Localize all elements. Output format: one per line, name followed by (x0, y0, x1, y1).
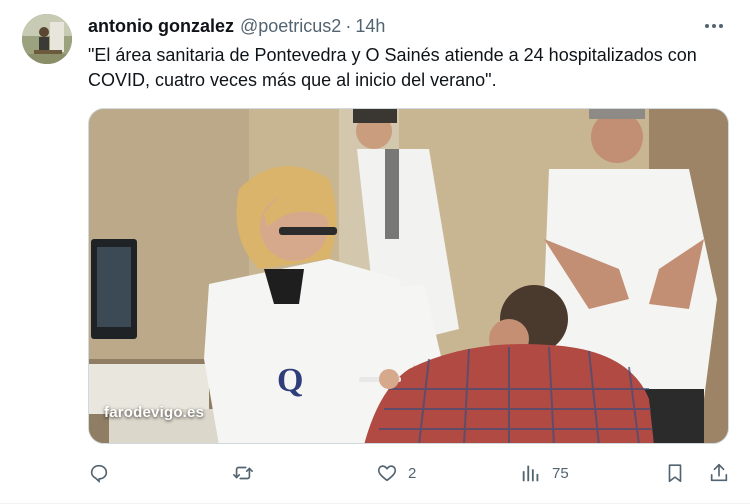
vest-letter: Q (277, 362, 303, 399)
bookmark-button[interactable] (664, 458, 686, 488)
tweet-header: antonio gonzalez @poetricus2 · 14h (88, 14, 385, 38)
action-bar: 2 75 (80, 458, 740, 488)
author-name[interactable]: antonio gonzalez (88, 14, 234, 38)
timestamp[interactable]: 14h (355, 14, 385, 38)
tweet-image[interactable]: Q (88, 108, 729, 444)
tweet-text: "El área sanitaria de Pontevedra y O Sai… (88, 45, 697, 90)
retweet-button[interactable] (232, 458, 254, 488)
views-count: 75 (552, 464, 569, 482)
avatar[interactable] (22, 14, 72, 64)
like-button[interactable]: 2 (376, 458, 416, 488)
retweet-icon (232, 462, 254, 484)
image-source-label: farodevigo.es (104, 404, 205, 421)
views-button[interactable]: 75 (520, 458, 569, 488)
reply-button[interactable] (88, 458, 110, 488)
reply-icon (88, 462, 110, 484)
heart-icon (376, 462, 398, 484)
separator-dot: · (345, 16, 352, 36)
more-icon (705, 24, 723, 28)
tweet-card[interactable]: antonio gonzalez @poetricus2 · 14h "El á… (0, 0, 750, 504)
like-count: 2 (408, 464, 417, 482)
more-options-button[interactable] (700, 14, 728, 38)
author-handle[interactable]: @poetricus2 (240, 14, 341, 38)
share-icon (708, 462, 730, 484)
share-button[interactable] (708, 458, 730, 488)
bookmark-icon (664, 462, 686, 484)
views-chart-icon (520, 462, 542, 484)
